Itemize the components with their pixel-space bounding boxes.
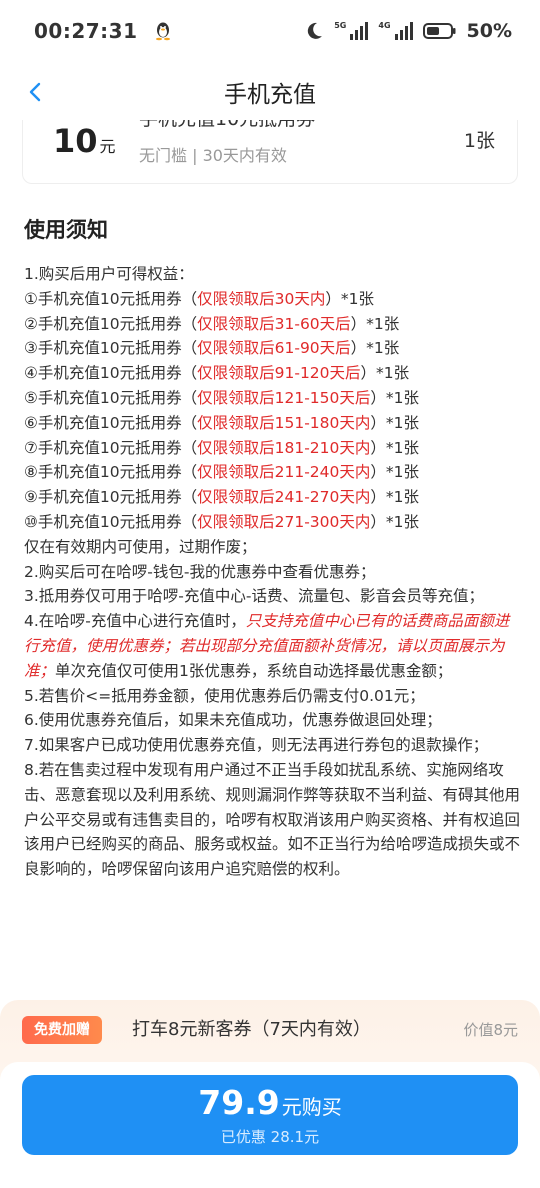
notice-item: ④手机充值10元抵用券（仅限领取后91-120天后）*1张: [24, 361, 520, 386]
notice-item: ⑧手机充值10元抵用券（仅限领取后211-240天内）*1张: [24, 460, 520, 485]
notice-item-prefix: ③手机充值10元抵用券（: [24, 339, 198, 358]
page-title: 手机充值: [224, 82, 316, 108]
notice-p4: 4.在哈啰-充值中心进行充值时，只支持充值中心已有的话费商品面额进行充值，使用优…: [24, 609, 520, 683]
notice-p8: 8.若在售卖过程中发现有用户通过不正当手段如扰乱系统、实施网络攻击、恶意套现以及…: [24, 760, 521, 879]
notice-item-period: 仅限领取后241-270天内: [197, 488, 371, 507]
notice-item-period: 仅限领取后271-300天内: [197, 512, 371, 531]
notice-item-suffix: ）*1张: [370, 413, 420, 432]
battery-icon: [422, 23, 456, 39]
penguin-icon: [155, 22, 170, 41]
buy-discount: 已优惠 28.1元: [220, 1128, 320, 1146]
buy-price-row: 79.9 元购买: [22, 1083, 518, 1122]
notice-item-period: 仅限领取后31-60天后: [197, 314, 351, 333]
buy-label: 元购买: [281, 1095, 342, 1119]
notice-p5: 5.若售价<=抵用券金额，使用优惠券后仍需支付0.01元；: [24, 686, 425, 705]
notice-intro: 1.购买后用户可得权益：: [24, 265, 194, 283]
notice-item: ⑦手机充值10元抵用券（仅限领取后181-210天内）*1张: [24, 436, 520, 461]
notice-item-suffix: ）*1张: [350, 339, 400, 358]
notice-item-prefix: ④手机充值10元抵用券（: [24, 364, 198, 383]
status-bar: 00:27:31 5G 4G 50%: [0, 0, 540, 62]
nav-bar: 手机充值: [0, 62, 540, 122]
notice-item: ⑨手机充值10元抵用券（仅限领取后241-270天内）*1张: [24, 485, 520, 510]
notice-item: ③手机充值10元抵用券（仅限领取后61-90天后）*1张: [24, 336, 520, 361]
gift-value: 价值8元: [463, 1021, 518, 1039]
notice-item-prefix: ⑦手机充值10元抵用券（: [24, 438, 198, 457]
notice-expiry: 仅在有效期内可使用，过期作废；: [24, 537, 257, 556]
notice-item-period: 仅限领取后91-120天后: [197, 364, 361, 383]
status-time: 00:27:31: [34, 19, 138, 43]
notice-item-suffix: ）*1张: [370, 388, 420, 407]
coupon-count: 1张: [463, 130, 495, 152]
notice-item-period: 仅限领取后61-90天后: [197, 339, 351, 358]
notice-title: 使用须知: [24, 218, 108, 242]
notice-body: 1.购买后用户可得权益： ①手机充值10元抵用券（仅限领取后30天内）*1张 ②…: [24, 262, 520, 882]
notice-item-suffix: ）*1张: [370, 438, 420, 457]
notice-item: ⑥手机充值10元抵用券（仅限领取后151-180天内）*1张: [24, 411, 520, 436]
notice-item-suffix: ）*1张: [325, 289, 374, 308]
moon-icon: [308, 22, 323, 39]
notice-item-prefix: ①手机充值10元抵用券（: [24, 289, 198, 308]
buy-price: 79.9: [198, 1083, 280, 1122]
gift-badge: 免费加赠: [22, 1016, 102, 1044]
notice-item-period: 仅限领取后30天内: [197, 289, 326, 308]
buy-button[interactable]: 79.9 元购买 已优惠 28.1元: [22, 1075, 518, 1155]
coupon-validity: 无门槛 | 30天内有效: [139, 146, 287, 165]
network-5g-label: 5G: [334, 20, 347, 30]
notice-item-period: 仅限领取后211-240天内: [197, 463, 371, 482]
notice-p4-tail: 单次充值仅可使用1张优惠券，系统自动选择最优惠金额；: [55, 661, 453, 680]
status-icons: 5G 4G 50%: [304, 20, 512, 42]
signal-icon: [350, 22, 369, 40]
notice-item: ①手机充值10元抵用券（仅限领取后30天内）*1张: [24, 287, 520, 312]
usage-notice: 使用须知 1.购买后用户可得权益： ①手机充值10元抵用券（仅限领取后30天内）…: [24, 214, 520, 882]
battery-percent: 50%: [466, 20, 512, 42]
buy-area: 79.9 元购买 已优惠 28.1元: [0, 1062, 540, 1188]
coupon-amount-unit: 元: [99, 137, 116, 156]
notice-item: ⑤手机充值10元抵用券（仅限领取后121-150天后）*1张: [24, 386, 520, 411]
notice-item-prefix: ⑩手机充值10元抵用券（: [24, 512, 198, 531]
gift-text: 打车8元新客券（7天内有效）: [132, 1019, 371, 1040]
notice-item-prefix: ⑧手机充值10元抵用券（: [24, 463, 198, 482]
notice-item-suffix: ）*1张: [350, 314, 400, 333]
notice-item-suffix: ）*1张: [370, 512, 420, 531]
notice-item-prefix: ⑤手机充值10元抵用券（: [24, 388, 198, 407]
notice-p7: 7.如果客户已成功使用优惠券充值，则无法再进行券包的退款操作；: [24, 736, 489, 755]
notice-item: ②手机充值10元抵用券（仅限领取后31-60天后）*1张: [24, 312, 520, 337]
notice-item-suffix: ）*1张: [370, 463, 420, 482]
notice-p2: 2.购买后可在哈啰-钱包-我的优惠券中查看优惠券；: [24, 562, 376, 581]
coupon-amount: 10 元: [53, 122, 116, 160]
notice-item: ⑩手机充值10元抵用券（仅限领取后271-300天内）*1张: [24, 510, 520, 535]
signal-icon-2: [394, 22, 413, 40]
network-4g-label: 4G: [378, 20, 391, 30]
coupon-amount-number: 10: [53, 122, 98, 160]
notice-item-prefix: ⑥手机充值10元抵用券（: [24, 413, 198, 432]
notice-item-period: 仅限领取后181-210天内: [197, 438, 371, 457]
back-arrow-icon[interactable]: [22, 78, 50, 106]
notice-item-suffix: ）*1张: [370, 488, 420, 507]
notice-item-prefix: ⑨手机充值10元抵用券（: [24, 488, 198, 507]
notice-p6: 6.使用优惠券充值后，如果未充值成功，优惠券做退回处理；: [24, 711, 442, 730]
notice-item-prefix: ②手机充值10元抵用券（: [24, 314, 198, 333]
notice-item-period: 仅限领取后121-150天后: [197, 388, 371, 407]
notice-p3: 3.抵用券仅可用于哈啰-充值中心-话费、流量包、影音会员等充值；: [24, 587, 484, 606]
notice-item-period: 仅限领取后151-180天内: [197, 413, 371, 432]
notice-p4-lead: 4.在哈啰-充值中心进行充值时，: [24, 612, 246, 631]
notice-item-suffix: ）*1张: [360, 364, 410, 383]
